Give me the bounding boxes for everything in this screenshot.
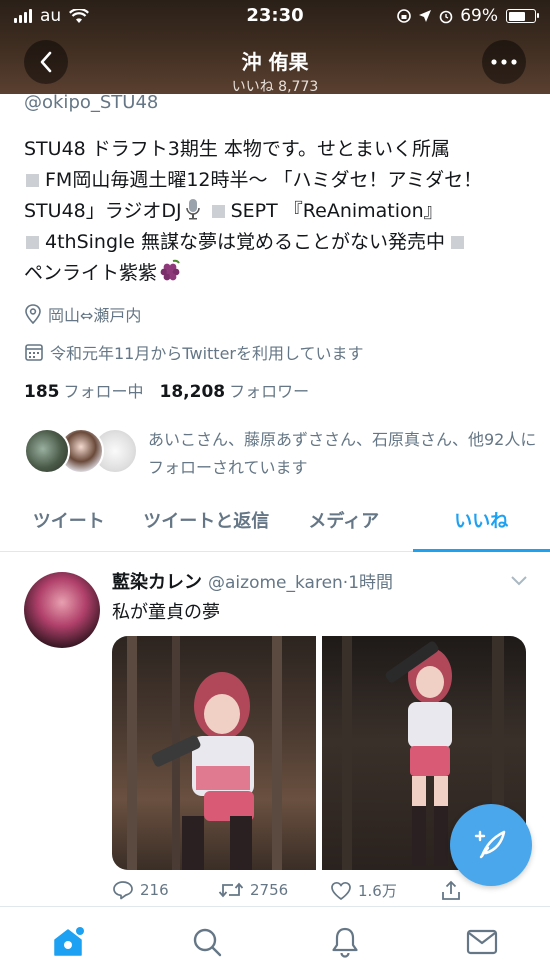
- bottom-navigation: [0, 906, 550, 978]
- profile-header: au 23:30 69% 沖 侑果 いいね 8,773: [0, 0, 550, 95]
- tweet-actions: 216 2756 1.6万: [112, 880, 472, 908]
- tweet-author-avatar[interactable]: [24, 572, 100, 648]
- following-label: フォロー中: [63, 382, 144, 401]
- joined-text: 令和元年11月からTwitterを利用しています: [50, 344, 364, 363]
- more-button[interactable]: [482, 40, 526, 84]
- avatar: [24, 428, 70, 474]
- reply-icon: [113, 881, 133, 900]
- profile-tabs: ツイート ツイートと返信 メディア いいね: [0, 494, 550, 552]
- like-count: 1.6万: [358, 882, 397, 900]
- reply-count: 216: [140, 881, 169, 899]
- tweet-header: 藍染カレン @aizome_karen·1時間: [112, 568, 393, 594]
- bio-line: 4thSingle 無謀な夢は覚めることがない発売中: [24, 227, 534, 258]
- like-button[interactable]: 1.6万: [330, 880, 397, 901]
- joined-row: 令和元年11月からTwitterを利用しています: [24, 340, 364, 364]
- bio-line: ペンライト紫紫: [24, 258, 534, 289]
- location-arrow-icon: [419, 10, 432, 22]
- profile-bio: STU48 ドラフト3期生 本物です。せとまいく所属 FM岡山毎週土曜12時半〜…: [24, 134, 534, 289]
- share-button[interactable]: [440, 880, 462, 902]
- battery-icon: [506, 9, 539, 23]
- tab-tweets[interactable]: ツイート: [0, 494, 138, 551]
- box-glyph: [211, 205, 225, 218]
- tweet-author-name[interactable]: 藍染カレン: [112, 572, 202, 593]
- known-followers-text: あいこさん、藤原あずささん、石原真さん、他92人にフォローされています: [148, 430, 537, 477]
- calendar-icon: [25, 344, 43, 361]
- follow-stats: 185 フォロー中 18,208 フォロワー: [24, 378, 309, 402]
- tab-likes[interactable]: いいね: [412, 494, 550, 552]
- following-link[interactable]: 185 フォロー中: [24, 378, 144, 402]
- box-glyph: [26, 236, 39, 249]
- known-followers-avatars: [24, 428, 138, 478]
- box-glyph: [26, 174, 39, 187]
- compose-tweet-button[interactable]: [450, 804, 532, 886]
- location-row: 岡山⇔瀬戸内: [24, 302, 141, 326]
- tab-media[interactable]: メディア: [275, 494, 413, 551]
- profile-name-title: 沖 侑果: [241, 50, 309, 74]
- retweet-button[interactable]: 2756: [218, 880, 288, 900]
- retweet-count: 2756: [250, 881, 289, 899]
- more-icon: [491, 59, 517, 65]
- following-count: 185: [24, 382, 60, 402]
- grapes-icon: [160, 259, 180, 281]
- status-bar: au 23:30 69%: [0, 0, 550, 34]
- tweet-photo[interactable]: [112, 636, 316, 870]
- nav-messages[interactable]: [465, 925, 499, 959]
- bell-icon: [332, 927, 358, 958]
- mail-icon: [466, 929, 498, 955]
- location-text: 岡山⇔瀬戸内: [48, 306, 142, 325]
- tweet-menu-button[interactable]: [510, 572, 528, 591]
- tweet-text: 私が童貞の夢: [112, 602, 220, 623]
- tab-tweets-and-replies[interactable]: ツイートと返信: [138, 494, 276, 551]
- followers-link[interactable]: 18,208 フォロワー: [160, 378, 310, 402]
- battery-percent: 69%: [460, 6, 498, 26]
- bio-line: STU48」ラジオDJ SEPT 『ReAnimation』: [24, 199, 443, 222]
- followers-label: フォロワー: [229, 382, 310, 401]
- reply-button[interactable]: 216: [112, 880, 169, 900]
- box-glyph: [451, 236, 465, 249]
- microphone-icon: [185, 199, 200, 220]
- chevron-down-icon: [511, 576, 527, 586]
- search-icon: [193, 928, 222, 957]
- profile-handle: @okipo_STU48: [24, 92, 159, 113]
- status-right: 69%: [396, 6, 539, 26]
- home-icon: [54, 927, 84, 956]
- alarm-icon: [439, 10, 453, 24]
- tweet-time: ·1時間: [342, 573, 394, 593]
- rotation-lock-icon: [397, 9, 412, 23]
- photo-cosplay-sitting: [127, 636, 282, 870]
- nav-search[interactable]: [190, 925, 224, 959]
- tweet-author-handle[interactable]: @aizome_karen: [208, 573, 343, 593]
- bio-line: STU48 ドラフト3期生 本物です。せとまいく所属: [24, 138, 451, 160]
- heart-icon: [331, 881, 351, 900]
- followers-count: 18,208: [159, 382, 226, 402]
- nav-notifications[interactable]: [328, 925, 362, 959]
- compose-feather-icon: [474, 830, 506, 859]
- location-pin-icon: [25, 304, 41, 324]
- bio-line: FM岡山毎週土曜12時半〜 「ハミダセ！アミダセ！: [24, 165, 534, 196]
- nav-home[interactable]: [51, 925, 85, 959]
- retweet-icon: [218, 882, 244, 898]
- share-icon: [442, 880, 460, 900]
